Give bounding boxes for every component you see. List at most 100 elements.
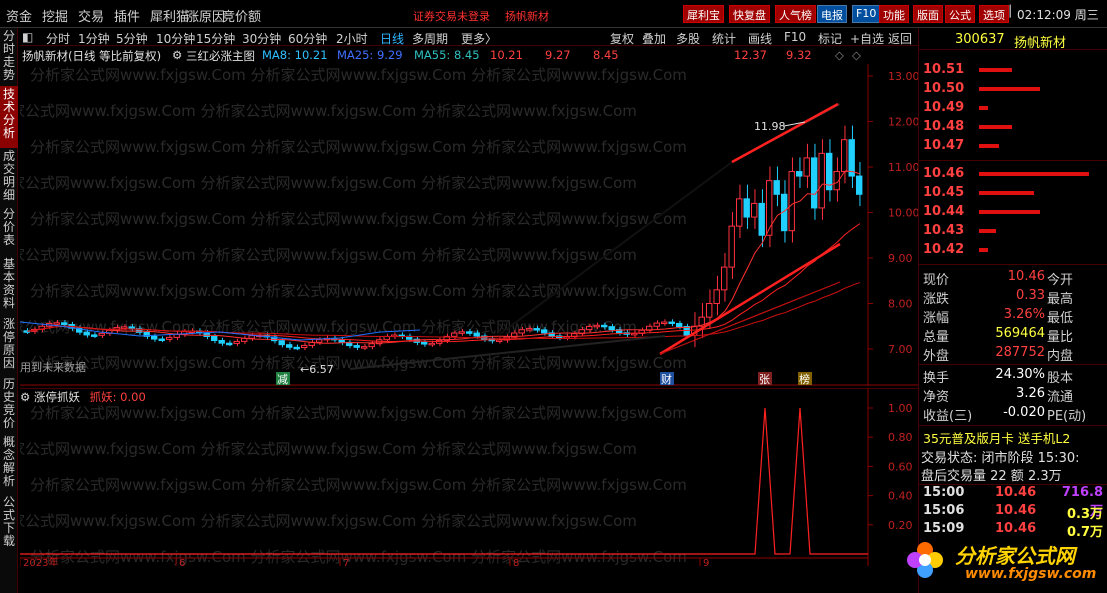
top-button[interactable]: 功能 — [879, 5, 909, 23]
tool-button[interactable]: 统计 — [712, 30, 736, 47]
tool-button[interactable]: 返回 — [888, 30, 912, 47]
period-tab[interactable]: 日线 — [380, 30, 404, 47]
top-button[interactable]: 公式 — [945, 5, 975, 23]
candle-body — [278, 340, 285, 346]
candle-body — [751, 202, 758, 218]
period-tab[interactable]: 60分钟 — [288, 30, 327, 47]
gear-icon[interactable]: ⚙ — [172, 48, 182, 62]
period-tab[interactable]: 更多〉 — [461, 30, 497, 47]
tool-button[interactable]: 标记 — [818, 30, 842, 47]
marker-5: 9.32 — [786, 48, 812, 62]
candle-body — [766, 180, 773, 236]
promo[interactable]: 35元普及版月卡 送手机L2 — [923, 428, 1070, 447]
menu-item[interactable]: 犀利猫 — [150, 6, 189, 25]
candle-body — [856, 175, 863, 195]
menu-item[interactable]: 插件 — [114, 6, 140, 25]
login-warning[interactable]: 证券交易未登录 — [413, 8, 490, 24]
tick-time: 15:06 — [923, 503, 965, 518]
diamond-icon[interactable]: ◇ — [835, 48, 844, 62]
left-tab[interactable]: 公式下载 — [0, 494, 18, 554]
indicator-name[interactable]: 三红必涨主图 — [186, 48, 255, 64]
bid-row[interactable]: 10.45 — [923, 185, 1103, 204]
tool-button[interactable]: 叠加 — [642, 30, 666, 47]
quote-value: 3.26% — [1003, 307, 1045, 322]
tool-button[interactable]: 画线 — [748, 30, 772, 47]
svg-text:分析家公式网www.fxjgsw.Com 分析家公式网ww: 分析家公式网www.fxjgsw.Com 分析家公式网www.fxjgsw.Co… — [30, 66, 687, 84]
period-tab[interactable]: 多周期 — [412, 30, 448, 47]
menu-item[interactable]: 涨原因 — [186, 6, 225, 25]
left-tab[interactable]: 涨停原因 — [0, 316, 18, 376]
bid-row[interactable]: 10.43 — [923, 223, 1103, 242]
candle-body — [721, 266, 728, 291]
tool-button[interactable]: F10 — [784, 30, 806, 44]
bid-row[interactable]: 10.42 — [923, 242, 1103, 261]
tool-button[interactable]: 多股 — [676, 30, 700, 47]
future-data-note: 用到未来数据 — [20, 360, 86, 374]
svg-text:分析家公式网www.fxjgsw.Com 分析家公式网ww: 分析家公式网www.fxjgsw.Com 分析家公式网www.fxjgsw.Co… — [30, 476, 687, 494]
bid-price: 10.43 — [923, 223, 965, 238]
menu-item[interactable]: 交易 — [78, 6, 104, 25]
quote-value: 3.26 — [1016, 386, 1045, 401]
kline-chart[interactable]: 分析家公式网www.fxjgsw.Com 分析家公式网www.fxjgsw.Co… — [20, 64, 918, 386]
top-button[interactable]: 电报 — [817, 5, 847, 23]
period-tab[interactable]: 30分钟 — [242, 30, 281, 47]
quote-label: 收益(三) — [923, 409, 973, 424]
left-tab[interactable]: 分时走势 — [0, 28, 18, 86]
candle-body — [473, 332, 480, 337]
quote-label: 净资 — [923, 390, 950, 405]
menu-item[interactable]: 资金 — [6, 6, 32, 25]
bid-row[interactable]: 10.44 — [923, 204, 1103, 223]
period-tab[interactable]: 10分钟 — [156, 30, 195, 47]
left-tab[interactable]: 成交明细 — [0, 148, 18, 206]
quote-row: 现价 10.46 今开 — [923, 269, 1105, 288]
watermark-url: www.fxjgsw.com — [965, 566, 1097, 582]
ask-row[interactable]: 10.49 — [923, 100, 1103, 119]
menu-item[interactable]: 竞价额 — [222, 6, 261, 25]
tool-button[interactable]: +自选 — [850, 30, 884, 47]
left-tab[interactable]: 概念解析 — [0, 434, 18, 494]
svg-text:分析家公式网www.fxjgsw.Com 分析家公式网ww: 分析家公式网www.fxjgsw.Com 分析家公式网www.fxjgsw.Co… — [30, 404, 687, 422]
tool-button[interactable]: 复权 — [610, 30, 634, 47]
window-menu-icon[interactable]: ▏ — [1007, 5, 1021, 19]
top-button[interactable]: 版面 — [913, 5, 943, 23]
period-tab[interactable]: 2小时 — [336, 30, 368, 47]
period-tab[interactable]: 15分钟 — [196, 30, 235, 47]
quote-label: 外盘 — [923, 349, 950, 364]
sub-chart[interactable]: 分析家公式网www.fxjgsw.Com 分析家公式网www.fxjgsw.Co… — [20, 388, 918, 566]
top-button[interactable]: 犀利宝 — [683, 5, 724, 23]
diamond-icon-2[interactable]: ◇ — [852, 48, 861, 62]
left-tab[interactable]: 分价表 — [0, 206, 18, 256]
sub-indicator-name[interactable]: 涨停抓妖 — [34, 390, 80, 404]
collapse-icon[interactable]: ◧ — [22, 30, 33, 44]
top-button[interactable]: 快复盘 — [729, 5, 770, 23]
bid-row[interactable]: 10.46 — [923, 166, 1103, 185]
left-tab[interactable]: 技术分析 — [0, 86, 18, 148]
svg-text:分析家公式网www.fxjgsw.Com 分析家公式网ww: 分析家公式网www.fxjgsw.Com 分析家公式网www.fxjgsw.Co… — [30, 282, 687, 300]
period-tab[interactable]: 分时 — [46, 30, 70, 47]
bid-price: 10.44 — [923, 204, 965, 219]
ask-row[interactable]: 10.50 — [923, 81, 1103, 100]
candle-body — [653, 322, 660, 327]
ask-row[interactable]: 10.48 — [923, 119, 1103, 138]
candle-body — [368, 343, 375, 348]
top-button[interactable]: 人气榜 — [775, 5, 816, 23]
candle-body — [353, 345, 360, 348]
top-button[interactable]: 选项 — [979, 5, 1009, 23]
flower-logo-icon — [907, 542, 943, 578]
period-tab[interactable]: 5分钟 — [116, 30, 148, 47]
ask-price: 10.51 — [923, 62, 965, 77]
ask-row[interactable]: 10.51 — [923, 62, 1103, 81]
candle-body — [451, 332, 458, 337]
period-tab[interactable]: 1分钟 — [78, 30, 110, 47]
stock-notice[interactable]: 扬帆新材 — [505, 8, 549, 24]
top-button[interactable]: F10 — [852, 5, 881, 23]
left-tab[interactable]: 历史竞价 — [0, 376, 18, 434]
ask-row[interactable]: 10.47 — [923, 138, 1103, 157]
after-hours: 盘后交易量 22 额 2.3万 — [921, 469, 1062, 484]
candle-body — [286, 344, 293, 348]
left-tab[interactable]: 基本资料 — [0, 256, 18, 316]
menu-item[interactable]: 挖掘 — [42, 6, 68, 25]
gear-icon[interactable]: ⚙ — [20, 390, 34, 404]
watermark: 分析家公式网 www.fxjgsw.com — [895, 530, 1105, 590]
candle-body — [736, 198, 743, 227]
